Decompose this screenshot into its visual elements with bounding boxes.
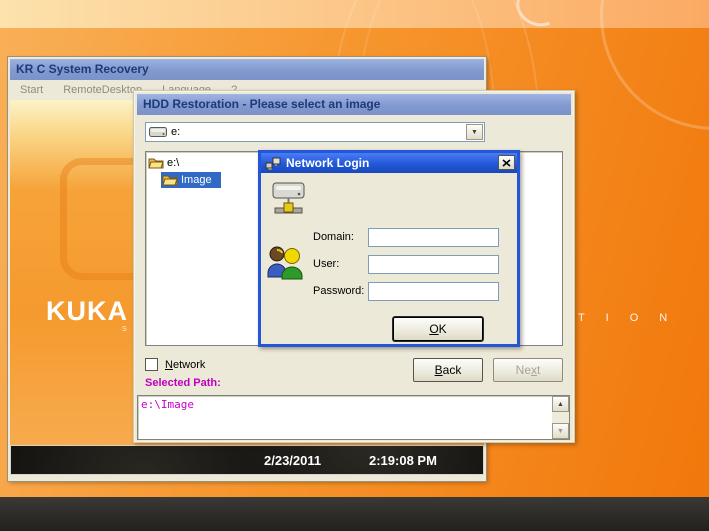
selected-path-value: e:\Image — [141, 398, 194, 411]
open-folder-icon — [162, 173, 178, 186]
dialog-network-login: Network Login Domain: User: Password: OK — [258, 150, 520, 347]
user-label: User: — [313, 255, 339, 274]
network-checkbox-label: Network — [165, 359, 205, 371]
path-scrollbar[interactable]: ▲ ▼ — [552, 396, 569, 439]
network-checkbox-row[interactable]: Network — [145, 358, 205, 371]
domain-field[interactable] — [368, 228, 499, 247]
desktop-bottom-band — [0, 497, 709, 531]
scroll-down-icon[interactable]: ▼ — [552, 423, 569, 439]
statusbar-date: 2/23/2011 — [264, 453, 321, 468]
brand-text-fragment: T I O N — [578, 312, 676, 324]
users-icon — [265, 243, 305, 281]
network-drive-icon — [270, 181, 308, 221]
scroll-up-icon[interactable]: ▲ — [552, 396, 569, 412]
statusbar-time: 2:19:08 PM — [369, 453, 437, 468]
network-login-title: Network Login — [286, 153, 369, 173]
drive-combo-value: e: — [171, 126, 180, 138]
close-icon[interactable] — [498, 155, 515, 170]
selected-path-label: Selected Path: — [145, 377, 221, 389]
menu-item-start[interactable]: Start — [10, 84, 53, 96]
drive-select-combobox[interactable]: e: ▼ — [145, 122, 485, 142]
back-button[interactable]: Back — [413, 358, 483, 382]
open-folder-icon — [148, 156, 164, 169]
next-button: Next — [493, 358, 563, 382]
kuka-logo: KUKA — [46, 296, 128, 327]
tree-selection-highlight: Image — [161, 172, 221, 188]
tree-item-image-label: Image — [178, 174, 215, 186]
domain-label: Domain: — [313, 228, 354, 247]
desktop: T I O N KR C System Recovery Start Remot… — [0, 0, 709, 531]
desktop-top-band — [0, 0, 709, 28]
drive-icon — [149, 127, 167, 138]
network-login-titlebar[interactable]: Network Login — [261, 153, 517, 173]
network-icon — [265, 156, 281, 170]
combo-dropdown-button[interactable]: ▼ — [466, 124, 483, 140]
tree-item-root-label: e:\ — [164, 157, 182, 169]
selected-path-textbox[interactable]: e:\Image ▲ ▼ — [137, 395, 570, 440]
network-checkbox[interactable] — [145, 358, 158, 371]
password-field[interactable] — [368, 282, 499, 301]
statusbar: 2/23/2011 2:19:08 PM — [10, 445, 484, 475]
main-window-titlebar[interactable]: KR C System Recovery — [10, 59, 484, 80]
user-field[interactable] — [368, 255, 499, 274]
password-label: Password: — [313, 282, 364, 301]
ok-button[interactable]: OK — [393, 317, 483, 341]
